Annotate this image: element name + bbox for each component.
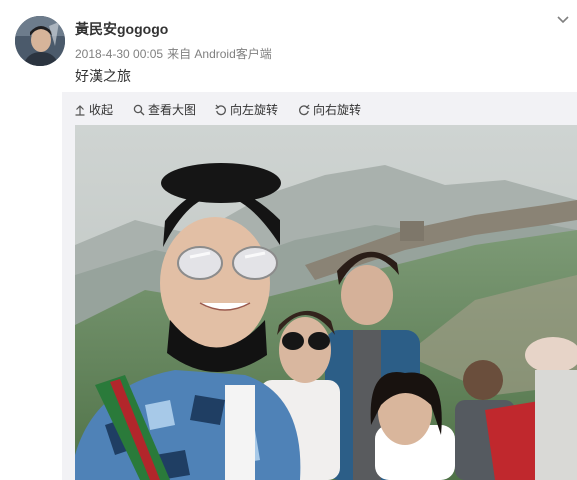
post-photo[interactable] (75, 125, 577, 480)
arrow-up-icon (75, 104, 85, 116)
username[interactable]: 黃民安gogogo (75, 19, 168, 39)
chevron-down-icon[interactable] (555, 12, 571, 28)
magnifier-icon (133, 104, 145, 115)
rotate-left-icon (215, 104, 226, 115)
post-caption: 好漢之旅 (75, 68, 131, 84)
view-large-button[interactable]: 查看大图 (133, 101, 196, 118)
rotate-right-button[interactable]: 向右旋转 (298, 101, 361, 118)
post-source: 来自 Android客户端 (167, 47, 272, 61)
view-large-label: 查看大图 (148, 103, 197, 117)
rotate-left-button[interactable]: 向左旋转 (215, 101, 278, 118)
post-timestamp[interactable]: 2018-4-30 00:05 (75, 47, 163, 61)
rotate-left-label: 向左旋转 (230, 103, 279, 117)
rotate-right-label: 向右旋转 (313, 103, 362, 117)
collapse-button[interactable]: 收起 (74, 101, 113, 118)
post-header: 黃民安gogogo 2018-4-30 00:05 来自 Android客户端 好… (0, 0, 577, 92)
collapse-label: 收起 (89, 103, 114, 117)
avatar[interactable] (15, 16, 65, 66)
image-toolbar: 收起 查看大图 向左旋转 向右旋转 (62, 92, 577, 125)
media-box: 收起 查看大图 向左旋转 向右旋转 (62, 92, 577, 480)
post-meta: 2018-4-30 00:05 来自 Android客户端 (75, 45, 276, 62)
rotate-right-icon (299, 104, 310, 115)
